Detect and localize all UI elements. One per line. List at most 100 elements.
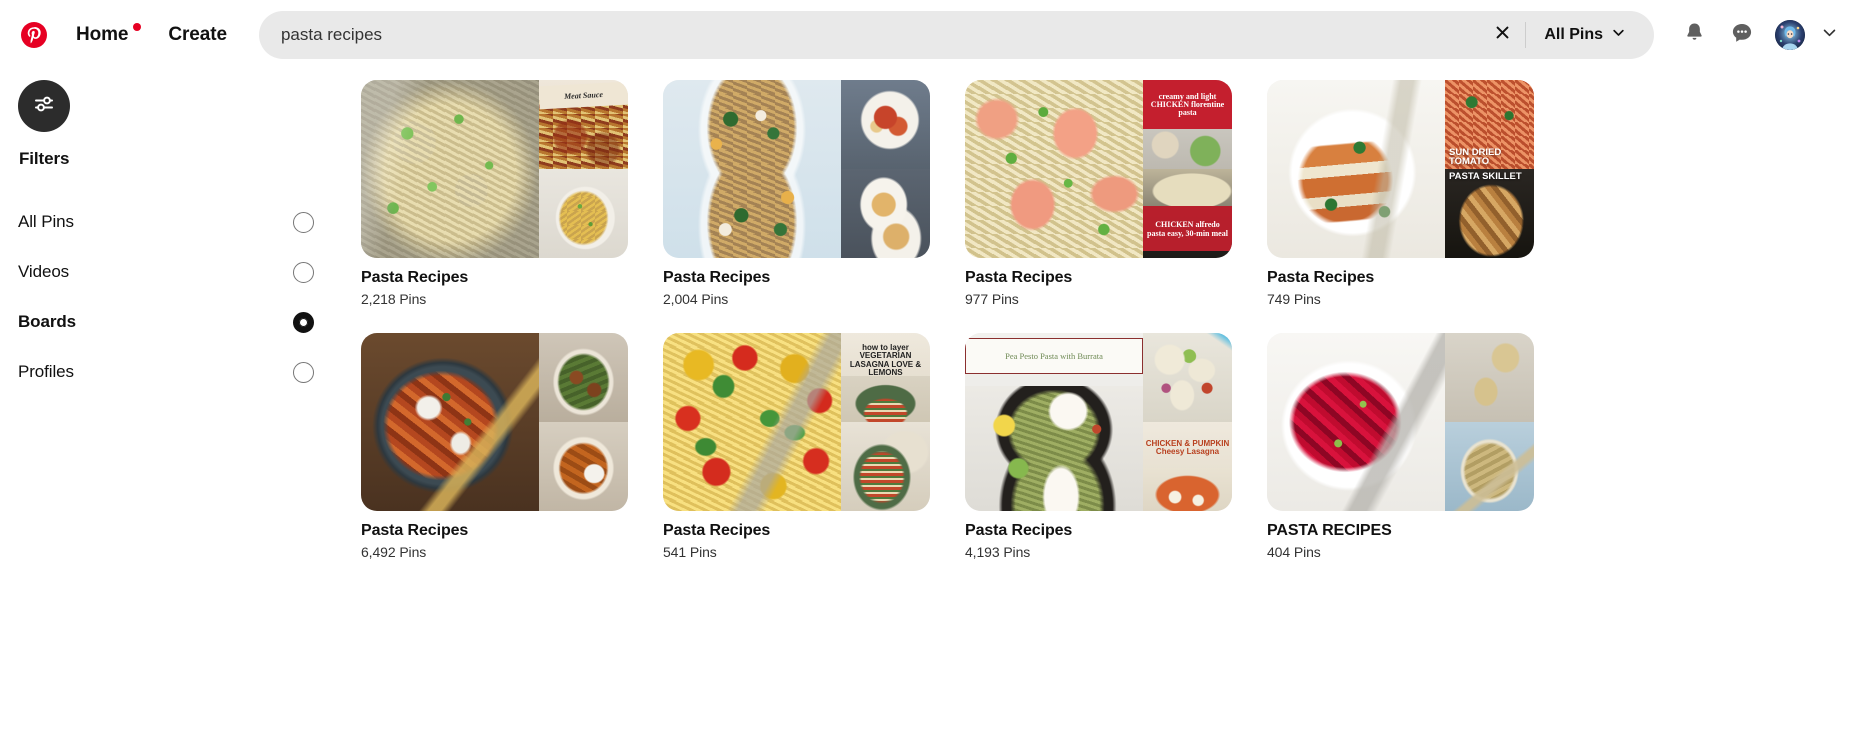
- board-thumbnail-main: [663, 333, 841, 511]
- search-scope-dropdown[interactable]: All Pins: [1536, 17, 1648, 53]
- board-thumbnail-main: [965, 80, 1143, 258]
- board-thumbnail-main: [361, 80, 539, 258]
- home-notification-dot: [133, 23, 142, 31]
- board-card-thumbnails: [361, 333, 628, 511]
- messages-button[interactable]: [1720, 13, 1764, 57]
- board-thumbnail-side-top: [539, 333, 628, 422]
- nav-create-label: Create: [168, 24, 227, 45]
- board-card[interactable]: how to layer VEGETARIAN LASAGNA LOVE & L…: [663, 333, 930, 560]
- filter-option-profiles[interactable]: Profiles: [18, 347, 320, 397]
- search-bar[interactable]: All Pins: [258, 11, 1654, 59]
- thumbnail-text-overlay: how to layer VEGETARIAN LASAGNA LOVE & L…: [849, 343, 922, 377]
- board-card-pin-count: 4,193 Pins: [965, 544, 1031, 560]
- filter-option-videos[interactable]: Videos: [18, 247, 320, 297]
- board-thumbnail-side-bottom: CHICKEN alfredo pasta easy, 30-min meal: [1143, 169, 1232, 258]
- board-card-pin-count: 2,004 Pins: [663, 291, 729, 307]
- search-input[interactable]: [280, 11, 1486, 59]
- thumbnail-text-overlay: SUN DRIED TOMATO: [1449, 146, 1502, 168]
- chevron-down-icon: [1611, 25, 1626, 45]
- board-thumbnail-main: [663, 80, 841, 258]
- board-thumbnail-side-column: creamy and light CHICKEN florentine past…: [1143, 80, 1232, 258]
- board-thumbnail-main: [361, 333, 539, 511]
- board-card-thumbnails: SUN DRIED TOMATO PASTA SKILLET: [1267, 80, 1534, 258]
- thumbnail-text-overlay: creamy and light CHICKEN florentine past…: [1150, 91, 1225, 117]
- board-card-thumbnails: [663, 80, 930, 258]
- board-card[interactable]: Meat Sauce Pasta Recipes 2,218 Pins: [361, 80, 628, 307]
- filter-radio-profiles[interactable]: [293, 361, 314, 383]
- board-card-title: Pasta Recipes: [1267, 269, 1375, 286]
- board-thumbnail-main: [1267, 80, 1445, 258]
- page-body: Filters All Pins Videos Boards Profiles: [0, 70, 1860, 738]
- avatar: [1775, 20, 1805, 50]
- chevron-down-icon: [1821, 24, 1838, 46]
- board-thumbnail-side-top: SUN DRIED TOMATO: [1445, 80, 1534, 169]
- clear-search-button[interactable]: [1485, 18, 1519, 52]
- board-card-pin-count: 2,218 Pins: [361, 291, 427, 307]
- search-results: Meat Sauce Pasta Recipes 2,218 Pins Past…: [360, 70, 1860, 738]
- filter-radio-all-pins[interactable]: [293, 211, 314, 233]
- filter-radio-videos[interactable]: [293, 261, 314, 283]
- filter-option-all-pins[interactable]: All Pins: [18, 197, 320, 247]
- board-card[interactable]: Pasta Recipes 2,004 Pins: [663, 80, 930, 307]
- top-header: Home Create All Pins: [0, 0, 1860, 70]
- filter-option-label: Profiles: [18, 362, 74, 381]
- nav-home[interactable]: Home: [58, 12, 150, 58]
- nav-home-label: Home: [76, 24, 129, 45]
- board-card-thumbnails: [1267, 333, 1534, 511]
- board-thumbnail-side-top: [841, 80, 930, 169]
- board-card-title: Pasta Recipes: [663, 269, 771, 286]
- board-card[interactable]: Pasta Recipes 6,492 Pins: [361, 333, 628, 560]
- filter-option-boards[interactable]: Boards: [18, 297, 320, 347]
- board-thumbnail-side-bottom: [1445, 422, 1534, 511]
- board-card-title: Pasta Recipes: [361, 269, 469, 286]
- filter-options-list: All Pins Videos Boards Profiles: [18, 197, 320, 397]
- board-card-title: Pasta Recipes: [361, 522, 469, 539]
- filter-option-label: Videos: [18, 262, 70, 281]
- filters-sidebar: Filters All Pins Videos Boards Profiles: [0, 70, 360, 738]
- board-thumbnail-main: [1267, 333, 1445, 511]
- board-thumbnail-side-top: how to layer VEGETARIAN LASAGNA LOVE & L…: [841, 333, 930, 422]
- board-thumbnail-side-column: Meat Sauce: [539, 80, 628, 258]
- nav-create[interactable]: Create: [150, 12, 245, 58]
- board-thumbnail-side-top: [1143, 333, 1232, 422]
- board-card-pin-count: 6,492 Pins: [361, 544, 427, 560]
- board-card-title: PASTA RECIPES: [1267, 522, 1392, 539]
- board-thumbnail-side-bottom: [841, 169, 930, 258]
- board-card-pin-count: 404 Pins: [1267, 544, 1321, 560]
- board-card[interactable]: SUN DRIED TOMATO PASTA SKILLET Pasta Rec…: [1267, 80, 1534, 307]
- pinterest-logo-icon: [21, 22, 47, 48]
- board-thumbnail-side-column: [539, 333, 628, 511]
- account-avatar-button[interactable]: [1768, 13, 1812, 57]
- thumbnail-text-overlay: Pea Pesto Pasta with Burrata: [1005, 351, 1103, 362]
- pinterest-logo-button[interactable]: [10, 11, 58, 59]
- board-card[interactable]: creamy and light CHICKEN florentine past…: [965, 80, 1232, 307]
- board-thumbnail-side-column: how to layer VEGETARIAN LASAGNA LOVE & L…: [841, 333, 930, 511]
- board-thumbnail-main: Pea Pesto Pasta with Burrata: [965, 333, 1143, 511]
- board-card-pin-count: 977 Pins: [965, 291, 1019, 307]
- board-card-pin-count: 749 Pins: [1267, 291, 1321, 307]
- board-thumbnail-side-bottom: [539, 169, 628, 258]
- board-thumbnail-side-bottom: PASTA SKILLET: [1445, 169, 1534, 258]
- board-card[interactable]: PASTA RECIPES 404 Pins: [1267, 333, 1534, 560]
- board-card-title: Pasta Recipes: [965, 269, 1073, 286]
- board-thumbnail-side-bottom: CHICKEN & PUMPKIN Cheesy Lasagna: [1143, 422, 1232, 511]
- board-thumbnail-side-column: CHICKEN & PUMPKIN Cheesy Lasagna: [1143, 333, 1232, 511]
- search-divider: [1525, 22, 1527, 48]
- board-card-thumbnails: Meat Sauce: [361, 80, 628, 258]
- board-thumbnail-side-top: Meat Sauce: [539, 80, 628, 169]
- board-card-thumbnails: Pea Pesto Pasta with Burrata CHICKEN & P…: [965, 333, 1232, 511]
- board-thumbnail-side-top: creamy and light CHICKEN florentine past…: [1143, 80, 1232, 169]
- board-results-grid: Meat Sauce Pasta Recipes 2,218 Pins Past…: [360, 80, 1860, 560]
- filter-toggle-button[interactable]: [18, 80, 70, 132]
- thumbnail-text-overlay: PASTA SKILLET: [1449, 171, 1522, 182]
- board-card[interactable]: Pea Pesto Pasta with Burrata CHICKEN & P…: [965, 333, 1232, 560]
- filter-option-label: Boards: [18, 312, 76, 331]
- thumbnail-text-overlay: Meat Sauce: [563, 89, 604, 101]
- message-bubble-icon: [1730, 21, 1754, 50]
- thumbnail-text-overlay: CHICKEN & PUMPKIN Cheesy Lasagna: [1145, 438, 1230, 456]
- account-menu-button[interactable]: [1814, 17, 1844, 53]
- thumbnail-text-overlay: CHICKEN alfredo pasta easy, 30-min meal: [1147, 220, 1228, 238]
- notifications-button[interactable]: [1672, 13, 1716, 57]
- filter-radio-boards[interactable]: [293, 311, 314, 333]
- board-thumbnail-side-column: [1445, 333, 1534, 511]
